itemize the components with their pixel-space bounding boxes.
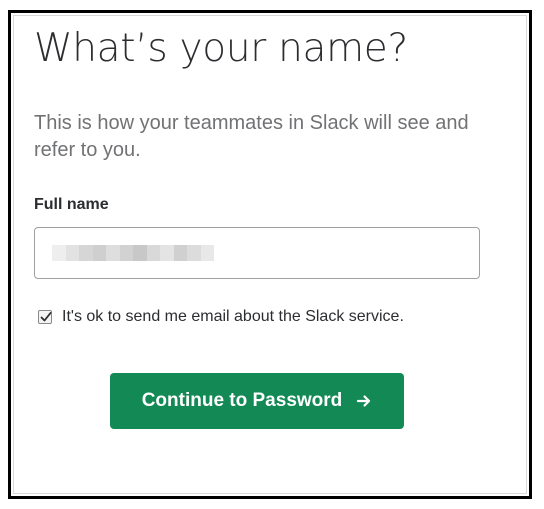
full-name-input[interactable] [34,227,480,279]
full-name-label: Full name [34,196,109,213]
email-opt-in-label: It's ok to send me email about the Slack… [62,308,404,325]
continue-to-password-button[interactable]: Continue to Password [110,373,404,429]
email-opt-in-row: It's ok to send me email about the Slack… [38,308,404,326]
checkmark-icon [40,312,52,322]
email-opt-in-checkbox[interactable] [38,310,52,324]
continue-button-label: Continue to Password [141,390,343,411]
page-subtitle: This is how your teammates in Slack will… [34,112,469,161]
page-title: What’s your name? [34,26,408,71]
arrow-right-icon [356,393,372,409]
